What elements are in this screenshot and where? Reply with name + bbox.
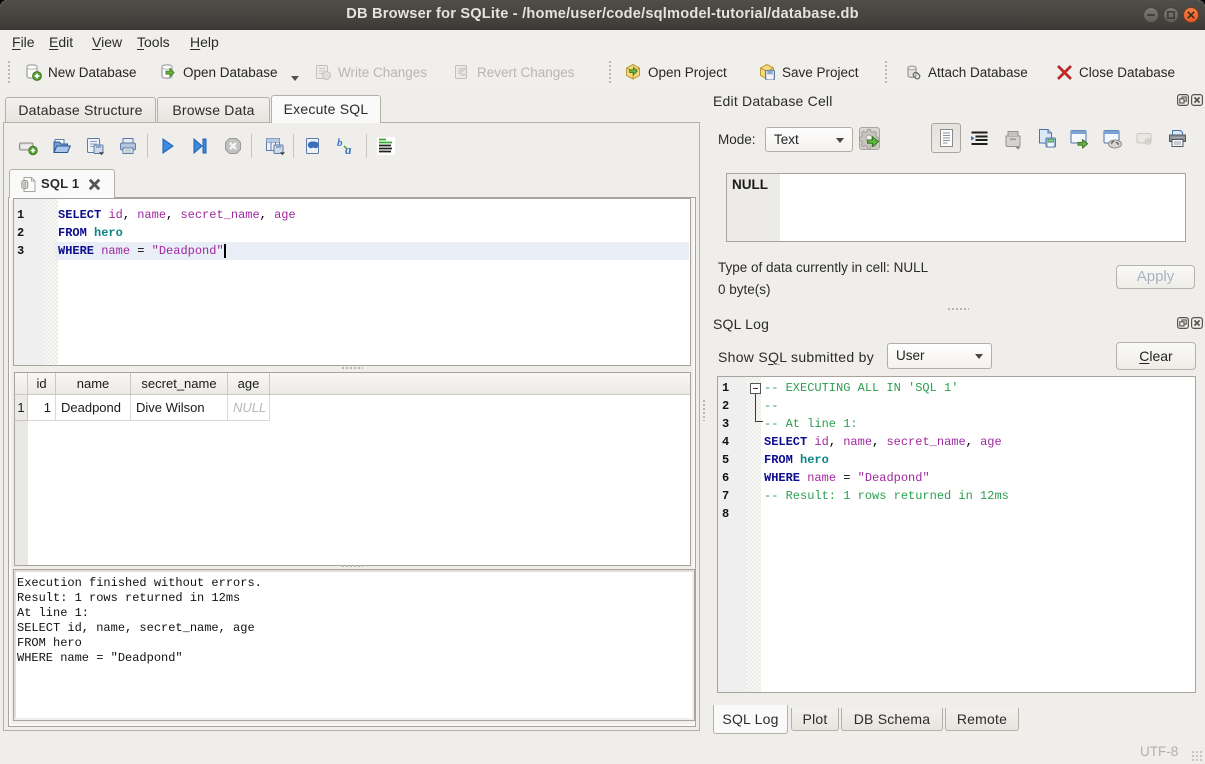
svg-text:b: b [337, 137, 343, 149]
